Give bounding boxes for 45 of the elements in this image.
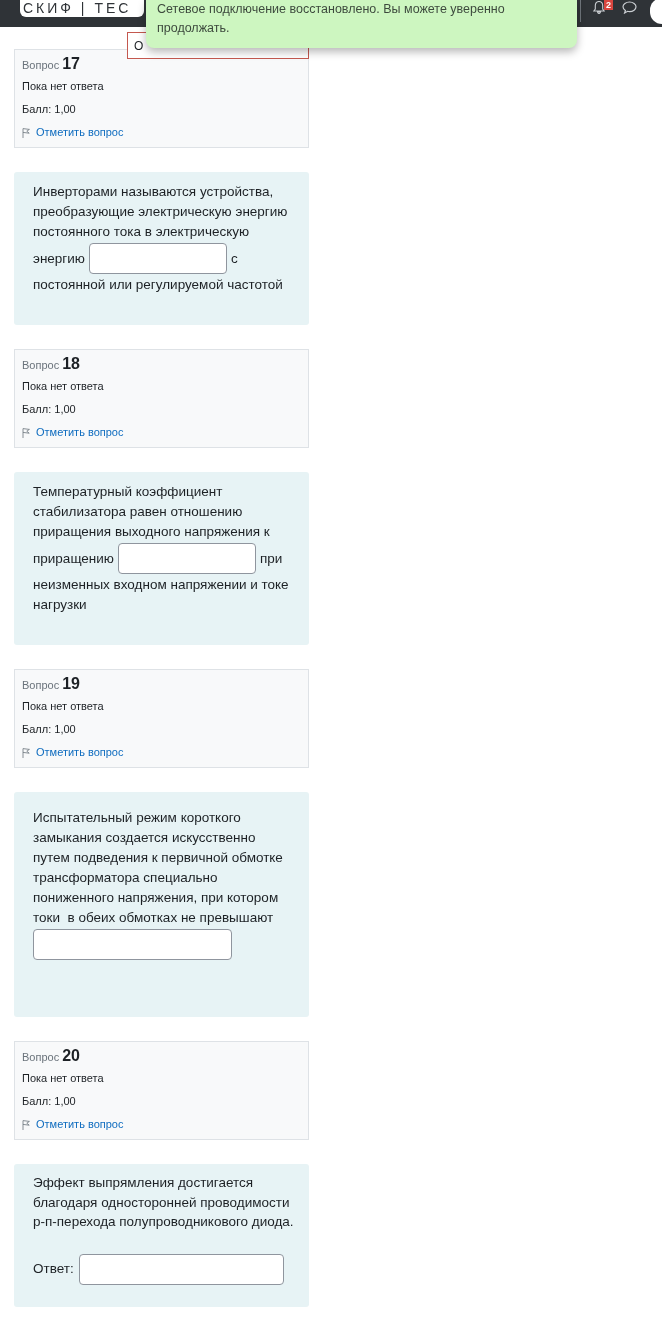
answer-status: Пока нет ответа [22, 380, 104, 392]
question-text: неизменных входном напряжении и токе нагрузки [33, 576, 290, 614]
question-text: Испытательный режим короткого замыкания создается искусственно путем подведения к первичной обмотке трансформатора специально пониженного напряжения, при котором токи в обеих обмотках не превышают [33, 809, 284, 927]
flag-icon [22, 1119, 30, 1130]
question-number: 19 [62, 674, 80, 694]
user-avatar[interactable] [650, 0, 662, 24]
grade-text: Балл: 1,00 [22, 103, 76, 115]
grade-text: Балл: 1,00 [22, 403, 76, 415]
question-number: 20 [62, 1046, 80, 1066]
grade-text: Балл: 1,00 [22, 723, 76, 735]
question-text: при [259, 549, 283, 568]
chat-bubble-icon[interactable] [622, 1, 637, 14]
question-label: Вопрос [22, 58, 60, 73]
flag-icon [22, 427, 30, 438]
flag-question-link[interactable]: Отметить вопрос [22, 421, 124, 444]
question-text: с [230, 249, 238, 268]
question-text: Эффект выпрямления достигается благодаря односторонней проводимости р-п-перехода полупроводникового диода. [33, 1174, 295, 1231]
question-label: Вопрос [22, 678, 60, 693]
question-label: Вопрос [22, 358, 60, 373]
answer-field[interactable] [88, 243, 227, 274]
answer-status: Пока нет ответа [22, 1072, 104, 1084]
flag-question-link[interactable]: Отметить вопрос [22, 1113, 124, 1136]
question-text: энергию [33, 249, 85, 268]
flag-icon [22, 127, 30, 138]
notification-toast: Сетевое подключение восстановлено. Вы можете уверенно продолжать. [146, 0, 577, 48]
notification-badge: 2 [604, 0, 613, 10]
answer-field[interactable] [78, 1253, 284, 1285]
question-text: постоянной или регулируемой частотой [33, 276, 284, 294]
question-label: Вопрос [22, 1050, 60, 1065]
question-text: Инверторами называются устройства, преобразующие электрическую энергию постоянного тока в электрическую [33, 183, 289, 241]
question-text: приращению [33, 549, 114, 568]
bell-icon[interactable] [593, 1, 605, 14]
grade-text: Балл: 1,00 [22, 1095, 76, 1107]
answer-status: Пока нет ответа [22, 80, 104, 92]
flag-question-link[interactable]: Отметить вопрос [22, 121, 124, 144]
flag-question-link[interactable]: Отметить вопрос [22, 741, 124, 764]
answer-field[interactable] [117, 543, 256, 574]
question-text: Температурный коэффициент стабилизатора равен отношению приращения выходного напряжения к [33, 483, 271, 541]
site-logo[interactable]: СКИФ | ТЕС [20, 0, 144, 17]
answer-label: Ответ: [33, 1260, 74, 1278]
flag-icon [22, 747, 30, 758]
answer-field[interactable] [33, 929, 232, 960]
question-number: 18 [62, 354, 80, 374]
answer-status: Пока нет ответа [22, 700, 104, 712]
question-number: 17 [62, 54, 80, 74]
